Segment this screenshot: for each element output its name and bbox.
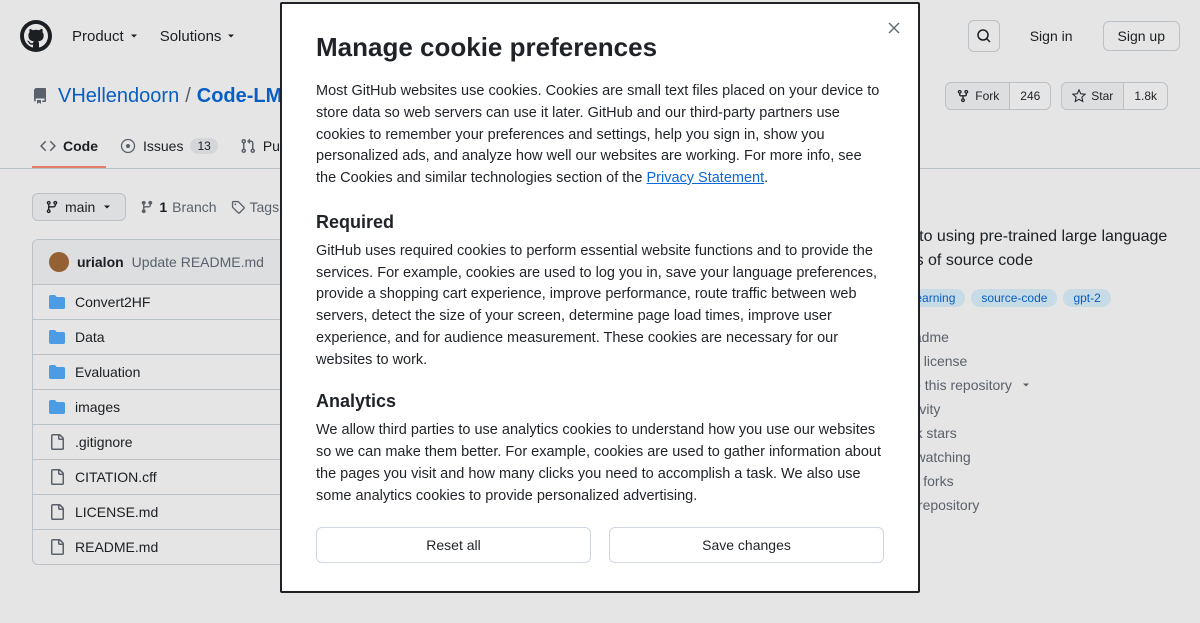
modal-intro-text: Most GitHub websites use cookies. Cookie… [316,83,879,186]
modal-overlay: Manage cookie preferences Most GitHub we… [0,0,1200,623]
required-heading: Required [316,212,884,233]
cookie-preferences-modal: Manage cookie preferences Most GitHub we… [280,2,920,593]
close-button[interactable] [884,18,904,38]
close-icon [886,20,902,36]
reset-all-button[interactable]: Reset all [316,527,591,563]
modal-title: Manage cookie preferences [316,32,884,63]
analytics-section: Analytics We allow third parties to use … [316,391,884,507]
analytics-heading: Analytics [316,391,884,412]
modal-buttons: Reset all Save changes [316,527,884,563]
privacy-statement-link[interactable]: Privacy Statement [646,170,764,186]
save-changes-button[interactable]: Save changes [609,527,884,563]
required-section: Required GitHub uses required cookies to… [316,212,884,372]
analytics-text: We allow third parties to use analytics … [316,420,884,507]
modal-intro: Most GitHub websites use cookies. Cookie… [316,81,884,190]
required-text: GitHub uses required cookies to perform … [316,241,884,372]
